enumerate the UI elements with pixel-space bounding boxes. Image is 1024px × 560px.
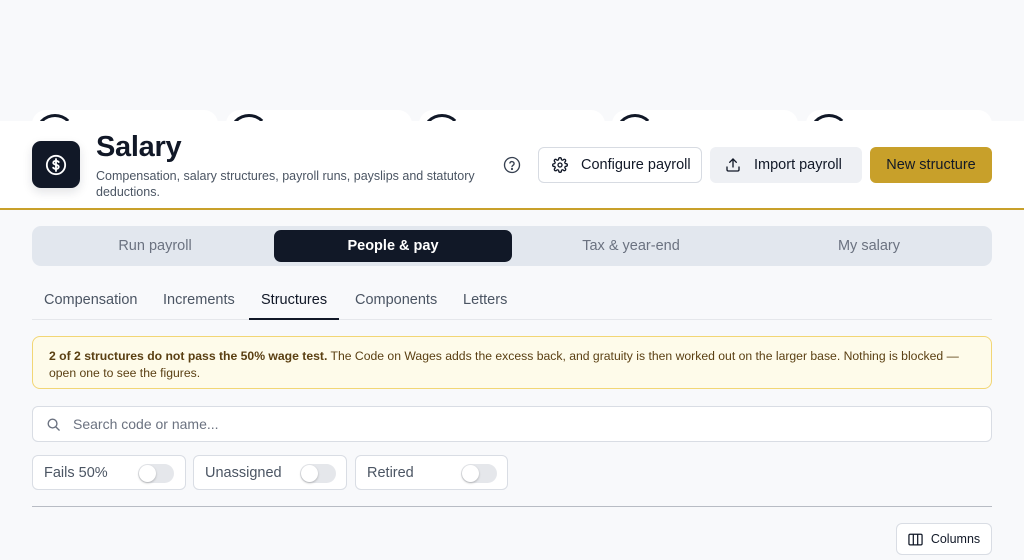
subtab-components[interactable]: Components (343, 288, 449, 320)
columns-icon (908, 533, 923, 545)
dollar-circle-icon (32, 141, 80, 188)
gear-icon (552, 157, 568, 173)
fails-50-toggle[interactable] (138, 464, 174, 483)
columns-button[interactable]: Columns (896, 523, 992, 555)
subtab-letters[interactable]: Letters (451, 288, 519, 320)
page-header: Salary Compensation, salary structures, … (0, 121, 1024, 210)
search-input[interactable] (73, 407, 973, 441)
retired-toggle[interactable] (461, 464, 497, 483)
page-title: Salary (96, 131, 182, 163)
upload-icon (726, 158, 740, 172)
divider (32, 506, 992, 507)
help-circle-icon[interactable] (503, 156, 521, 174)
subtab-structures[interactable]: Structures (249, 288, 340, 320)
filter-retired[interactable]: Retired (355, 455, 508, 490)
subtab-compensation[interactable]: Compensation (32, 288, 150, 320)
filter-label: Retired (367, 465, 414, 481)
configure-payroll-button[interactable]: Configure payroll (538, 147, 702, 183)
wage-test-alert: 2 of 2 structures do not pass the 50% wa… (32, 336, 992, 389)
unassigned-toggle[interactable] (300, 464, 336, 483)
subtab-increments[interactable]: Increments (151, 288, 247, 320)
filter-unassigned[interactable]: Unassigned (193, 455, 347, 490)
import-payroll-button[interactable]: Import payroll (710, 147, 862, 183)
new-structure-button[interactable]: New structure (870, 147, 992, 183)
filter-fails-50[interactable]: Fails 50% (32, 455, 186, 490)
search-icon (47, 418, 60, 431)
configure-payroll-label: Configure payroll (581, 157, 691, 173)
sub-tabs: Compensation Increments Structures Compo… (32, 288, 992, 320)
search-box (32, 406, 992, 442)
columns-label: Columns (930, 532, 981, 546)
filter-label: Fails 50% (44, 465, 108, 481)
alert-headline: 2 of 2 structures do not pass the 50% wa… (49, 349, 328, 363)
import-payroll-label: Import payroll (754, 157, 842, 173)
tab-tax-and-year-end[interactable]: Tax & year-end (512, 230, 750, 262)
main-tabs: Run payroll People & pay Tax & year-end … (32, 226, 992, 266)
page-subtitle: Compensation, salary structures, payroll… (96, 169, 475, 199)
filter-label: Unassigned (205, 465, 282, 481)
tab-my-salary[interactable]: My salary (750, 230, 988, 262)
new-structure-label: New structure (886, 157, 976, 173)
tab-people-and-pay[interactable]: People & pay (274, 230, 512, 262)
tab-run-payroll[interactable]: Run payroll (36, 230, 274, 262)
